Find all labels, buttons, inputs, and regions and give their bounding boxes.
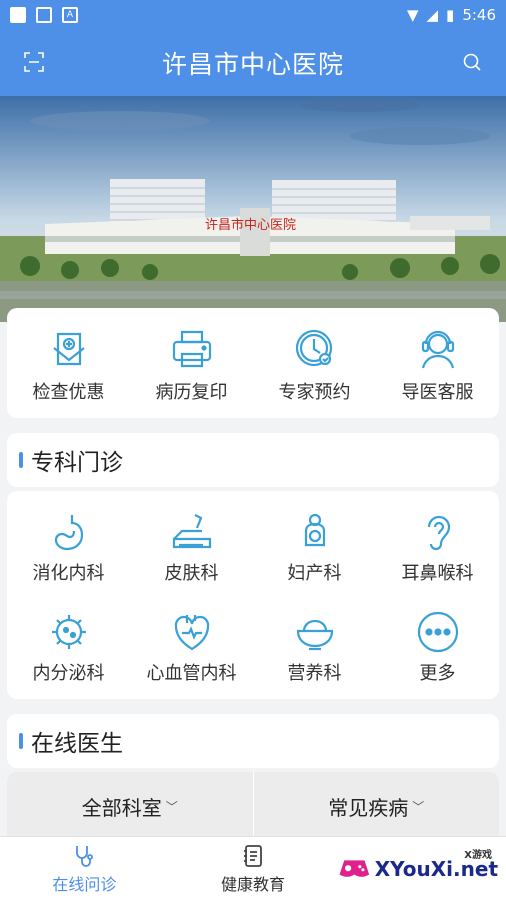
specialty-section-header: 专科门诊 bbox=[7, 433, 499, 487]
headset-icon bbox=[421, 330, 454, 369]
stomach-icon bbox=[54, 515, 83, 551]
heart-icon bbox=[174, 615, 209, 651]
image-icon bbox=[36, 7, 52, 23]
maternity-icon bbox=[304, 513, 325, 547]
ear-icon bbox=[427, 515, 450, 551]
search-icon[interactable] bbox=[462, 52, 482, 72]
document-icon bbox=[244, 844, 262, 867]
clock-icon bbox=[295, 329, 332, 367]
gamepad-logo-icon bbox=[339, 860, 370, 877]
dept-label: 更多 bbox=[419, 663, 456, 684]
quick-customer-service[interactable]: 导医客服 bbox=[376, 308, 499, 418]
quick-label: 专家预约 bbox=[278, 382, 351, 403]
clock-time: 5:46 bbox=[462, 6, 496, 24]
chevron-down-icon: ﹀ bbox=[165, 799, 178, 814]
dept-ent[interactable]: 耳鼻喉科 bbox=[376, 499, 499, 599]
section-accent-bar bbox=[19, 452, 23, 468]
more-icon bbox=[417, 611, 458, 653]
quick-actions: 检查优惠 病历复印 专家预约 导医客服 bbox=[7, 308, 499, 418]
dept-label: 营养科 bbox=[287, 663, 342, 684]
page-title: 许昌市中心医院 bbox=[161, 50, 344, 79]
wifi-icon: ▼ bbox=[406, 6, 419, 24]
hospital-illustration: 许昌市中心医院 bbox=[0, 96, 506, 322]
department-grid: 消化内科 皮肤科 妇产科 耳鼻喉科 内分泌科 心血管内科 营养科 更多 bbox=[7, 491, 499, 699]
status-bar: A ▼ ◢ ▮ 5:46 bbox=[0, 0, 506, 30]
dept-nutrition[interactable]: 营养科 bbox=[253, 599, 376, 699]
skin-icon bbox=[172, 514, 211, 549]
filter-label: 常见疾病 bbox=[328, 795, 409, 820]
watermark-small-text: X游戏 bbox=[464, 850, 492, 861]
dept-dermatology[interactable]: 皮肤科 bbox=[130, 499, 253, 599]
quick-expert-booking[interactable]: 专家预约 bbox=[253, 308, 376, 418]
dept-digestive[interactable]: 消化内科 bbox=[7, 499, 130, 599]
quick-check-discount[interactable]: 检查优惠 bbox=[7, 308, 130, 418]
scan-icon[interactable] bbox=[24, 52, 44, 72]
stethoscope-icon bbox=[76, 845, 94, 867]
dept-label: 耳鼻喉科 bbox=[401, 563, 474, 584]
online-doctor-section-header: 在线医生 bbox=[7, 714, 499, 768]
quick-record-copy[interactable]: 病历复印 bbox=[130, 308, 253, 418]
quick-label: 导医客服 bbox=[401, 382, 474, 403]
hospital-banner[interactable]: 许昌市中心医院 bbox=[0, 96, 506, 322]
dept-label: 心血管内科 bbox=[146, 663, 237, 684]
dept-label: 皮肤科 bbox=[164, 563, 219, 584]
section-accent-bar bbox=[19, 733, 23, 749]
dept-cardiology[interactable]: 心血管内科 bbox=[130, 599, 253, 699]
chevron-down-icon: ﹀ bbox=[412, 799, 425, 814]
clipboard-icon bbox=[52, 332, 85, 366]
dept-more[interactable]: 更多 bbox=[376, 599, 499, 699]
bowl-icon bbox=[296, 619, 333, 651]
gland-icon bbox=[51, 615, 86, 649]
printer-icon bbox=[172, 330, 211, 368]
filter-label: 全部科室 bbox=[81, 795, 162, 820]
quick-label: 病历复印 bbox=[155, 382, 228, 403]
tab-label: 健康教育 bbox=[221, 874, 286, 894]
tab-health-education[interactable]: 健康教育 bbox=[169, 837, 338, 900]
doctor-filters: 全部科室 ﹀ 常见疾病 ﹀ bbox=[7, 772, 499, 840]
specialty-title: 专科门诊 bbox=[31, 450, 123, 476]
dept-endocrine[interactable]: 内分泌科 bbox=[7, 599, 130, 699]
filter-all-departments[interactable]: 全部科室 ﹀ bbox=[7, 772, 253, 840]
notification-icon bbox=[10, 7, 26, 23]
site-watermark: XYouXi.net X游戏 bbox=[338, 846, 498, 892]
filter-common-diseases[interactable]: 常见疾病 ﹀ bbox=[252, 772, 500, 840]
battery-icon: ▮ bbox=[446, 6, 455, 24]
tab-label: 在线问诊 bbox=[52, 874, 117, 894]
signal-icon: ◢ bbox=[426, 6, 439, 24]
dept-label: 妇产科 bbox=[287, 563, 342, 584]
dept-obstetrics[interactable]: 妇产科 bbox=[253, 499, 376, 599]
online-title: 在线医生 bbox=[31, 731, 123, 757]
tab-online-consultation[interactable]: 在线问诊 bbox=[0, 837, 169, 900]
quick-label: 检查优惠 bbox=[32, 382, 105, 403]
text-icon: A bbox=[62, 7, 78, 23]
dept-label: 内分泌科 bbox=[32, 663, 105, 684]
dept-label: 消化内科 bbox=[32, 563, 105, 584]
banner-sign: 许昌市中心医院 bbox=[205, 217, 296, 233]
app-header: 许昌市中心医院 bbox=[0, 30, 506, 96]
